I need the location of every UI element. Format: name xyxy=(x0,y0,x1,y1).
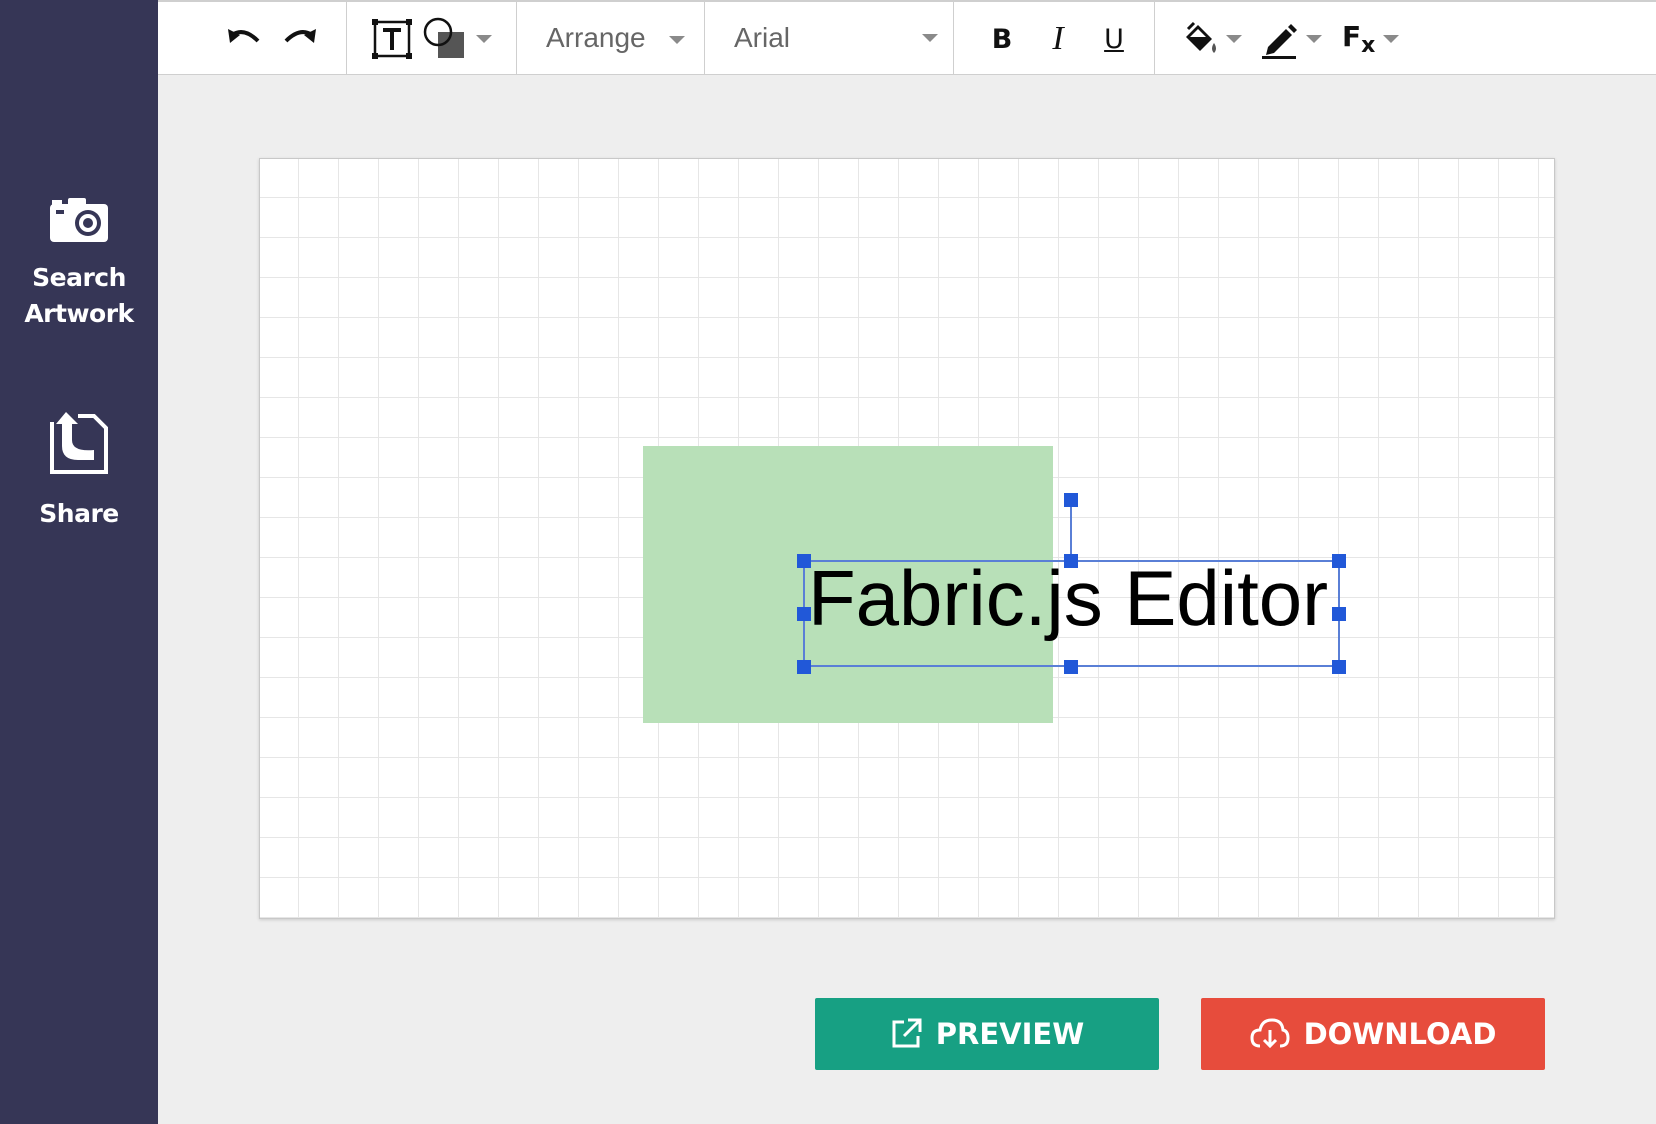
sidebar-item-share[interactable]: Share xyxy=(0,408,158,532)
arrange-label: Arrange xyxy=(546,22,646,53)
add-shape-dropdown[interactable] xyxy=(422,14,498,64)
toolbar-divider xyxy=(704,2,705,75)
redo-icon xyxy=(284,29,316,43)
italic-label: I xyxy=(1052,20,1064,57)
arrange-dropdown[interactable]: Arrange xyxy=(546,22,686,54)
preview-label: PREVIEW xyxy=(935,1017,1085,1051)
italic-button[interactable]: I xyxy=(1038,14,1078,64)
rotation-line xyxy=(1070,500,1072,560)
download-label: DOWNLOAD xyxy=(1303,1017,1497,1051)
bold-button[interactable]: B xyxy=(982,14,1022,64)
selection-box xyxy=(803,560,1340,667)
sidebar-item-label: Search Artwork xyxy=(24,263,134,328)
share-upload-icon xyxy=(50,412,108,474)
toolbar-divider xyxy=(1154,2,1155,75)
preview-button[interactable]: PREVIEW xyxy=(815,998,1159,1070)
toolbar-divider xyxy=(953,2,954,75)
rotate-handle[interactable] xyxy=(1064,493,1078,507)
redo-button[interactable] xyxy=(280,14,320,64)
pen-icon xyxy=(1262,24,1297,59)
undo-icon xyxy=(228,29,260,43)
toolbar-divider xyxy=(346,2,347,75)
stroke-color-dropdown[interactable] xyxy=(1260,14,1326,64)
fill-bucket-icon xyxy=(1186,21,1216,53)
download-button[interactable]: DOWNLOAD xyxy=(1201,998,1545,1070)
sidebar-item-search-artwork[interactable]: Search Artwork xyxy=(0,196,158,332)
cloud-download-icon xyxy=(1250,1018,1290,1049)
external-link-icon xyxy=(892,1018,922,1048)
resize-handle-top-left[interactable] xyxy=(797,554,811,568)
toolbar: Arrange Arial B I U Fx xyxy=(158,0,1656,75)
toolbar-divider xyxy=(516,2,517,75)
resize-handle-right[interactable] xyxy=(1332,607,1346,621)
design-canvas[interactable]: Fabric.js Editor xyxy=(259,158,1555,919)
effects-icon: Fx xyxy=(1342,20,1375,58)
chevron-down-icon xyxy=(1383,35,1400,43)
fill-color-dropdown[interactable] xyxy=(1180,14,1246,64)
bold-label: B xyxy=(991,23,1013,55)
chevron-down-icon xyxy=(1306,35,1322,43)
chevron-down-icon xyxy=(1226,35,1242,43)
chevron-down-icon xyxy=(922,34,938,42)
sidebar: Search Artwork Share xyxy=(0,0,158,1124)
resize-handle-top[interactable] xyxy=(1064,554,1078,568)
effects-dropdown[interactable]: Fx xyxy=(1342,14,1408,64)
underline-button[interactable]: U xyxy=(1094,14,1134,64)
resize-handle-left[interactable] xyxy=(797,607,811,621)
undo-button[interactable] xyxy=(224,14,264,64)
text-box-icon xyxy=(372,19,412,59)
underline-label: U xyxy=(1104,23,1124,55)
font-family-dropdown[interactable]: Arial xyxy=(734,22,938,54)
chevron-down-icon xyxy=(669,35,686,44)
shape-icon xyxy=(423,17,464,58)
add-text-button[interactable] xyxy=(370,14,414,64)
effects-label: F xyxy=(1342,20,1362,53)
resize-handle-bottom-left[interactable] xyxy=(797,660,811,674)
camera-icon xyxy=(50,198,108,242)
sidebar-item-label: Share xyxy=(39,499,119,528)
resize-handle-bottom-right[interactable] xyxy=(1332,660,1346,674)
font-family-value: Arial xyxy=(734,22,791,53)
resize-handle-bottom[interactable] xyxy=(1064,660,1078,674)
effects-subscript: x xyxy=(1361,33,1376,58)
chevron-down-icon xyxy=(476,35,492,43)
resize-handle-top-right[interactable] xyxy=(1332,554,1346,568)
